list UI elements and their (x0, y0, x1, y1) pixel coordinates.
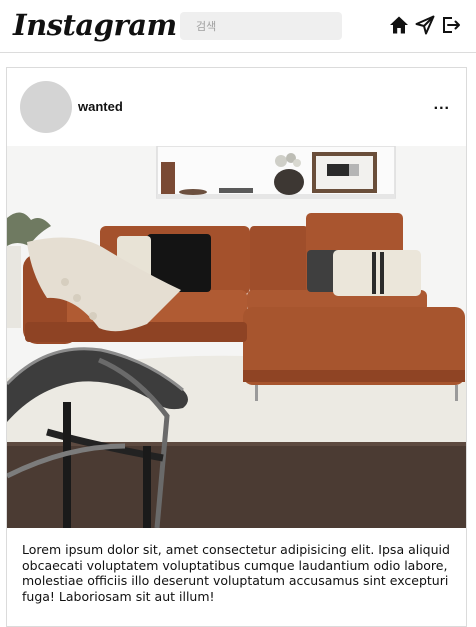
more-options-icon[interactable]: ... (434, 96, 450, 114)
logout-icon[interactable] (441, 15, 461, 35)
avatar[interactable] (20, 81, 72, 133)
top-navigation-bar: Instagram (0, 0, 476, 53)
post-card: wanted ... Lorem ipsum dolor sit, amet c… (6, 67, 467, 627)
post-caption: Lorem ipsum dolor sit, amet consectetur … (22, 542, 450, 604)
post-username[interactable]: wanted (78, 99, 123, 114)
search-input[interactable] (180, 12, 342, 40)
post-header: wanted ... (7, 68, 466, 146)
post-image[interactable] (7, 146, 466, 528)
instagram-logo[interactable]: Instagram (13, 7, 177, 43)
home-icon[interactable] (389, 15, 409, 35)
send-icon[interactable] (415, 15, 435, 35)
